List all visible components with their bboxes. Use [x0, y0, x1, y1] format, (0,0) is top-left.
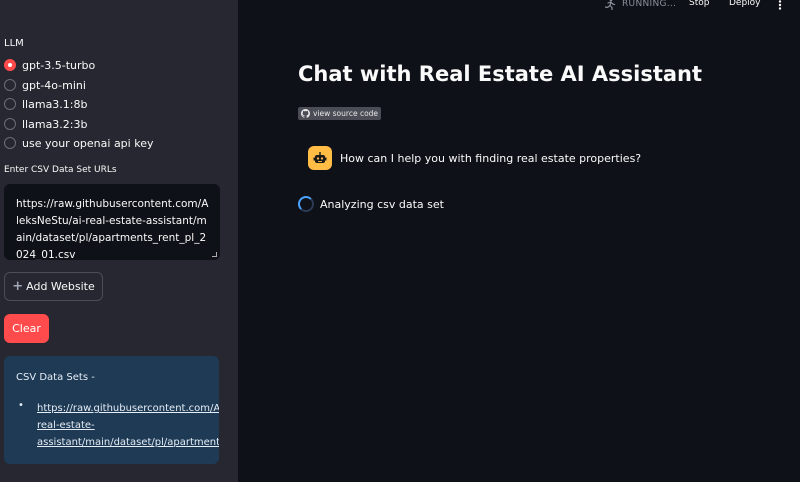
status-indicator: Analyzing csv data set	[298, 196, 444, 212]
radio-label: llama3.1:8b	[22, 97, 88, 111]
robot-icon	[313, 152, 327, 163]
radio-option-gpt-4o-mini[interactable]: gpt-4o-mini	[4, 77, 86, 93]
add-website-button[interactable]: + Add Website	[4, 272, 103, 301]
plus-icon: +	[12, 279, 24, 294]
status-text: Analyzing csv data set	[320, 197, 444, 211]
list-bullet: •	[18, 400, 24, 411]
radio-label: llama3.2:3b	[22, 117, 88, 131]
radio-unselected-icon	[4, 98, 16, 110]
page-title: Chat with Real Estate AI Assistant	[298, 62, 703, 86]
clear-button[interactable]: Clear	[4, 314, 49, 343]
llm-label: LLM	[4, 38, 24, 49]
stop-button[interactable]: Stop	[689, 0, 709, 8]
link-line: assistant/main/dataset/pl/apartments_r	[37, 437, 219, 448]
radio-unselected-icon	[4, 137, 16, 149]
radio-unselected-icon	[4, 79, 16, 91]
github-icon	[301, 109, 310, 118]
add-website-label: Add Website	[26, 280, 95, 293]
kebab-menu-icon[interactable]	[777, 0, 783, 10]
clear-label: Clear	[12, 322, 41, 335]
csv-urls-textarea[interactable]: https://raw.githubusercontent.com/AleksN…	[4, 184, 220, 260]
info-title: CSV Data Sets -	[16, 372, 95, 383]
csv-dataset-link[interactable]: https://raw.githubusercontent.com/Aleks …	[37, 400, 219, 451]
running-man-icon	[604, 0, 616, 10]
deploy-button[interactable]: Deploy	[729, 0, 761, 8]
csv-datasets-info-box: CSV Data Sets - • https://raw.githubuser…	[4, 356, 219, 464]
bot-avatar-icon	[308, 146, 332, 170]
resize-handle-icon[interactable]	[212, 252, 217, 257]
radio-unselected-icon	[4, 118, 16, 130]
running-status: RUNNING...	[604, 0, 676, 10]
loading-spinner-icon	[298, 196, 314, 212]
assistant-chat-message: How can I help you with finding real est…	[298, 136, 770, 180]
radio-label: gpt-4o-mini	[22, 78, 86, 92]
assistant-message-text: How can I help you with finding real est…	[340, 151, 642, 165]
radio-label: use your openai api key	[22, 136, 154, 150]
view-source-label: view source code	[313, 109, 379, 118]
csv-urls-label: Enter CSV Data Set URLs	[4, 165, 117, 175]
radio-label: gpt-3.5-turbo	[22, 58, 96, 72]
link-line: https://raw.githubusercontent.com/Aleks	[37, 403, 219, 414]
view-source-badge[interactable]: view source code	[298, 107, 382, 120]
radio-option-gpt-3-5-turbo[interactable]: gpt-3.5-turbo	[4, 57, 95, 73]
sidebar: LLM gpt-3.5-turbo gpt-4o-mini llama3.1:8…	[0, 0, 238, 482]
radio-option-llama3-1-8b[interactable]: llama3.1:8b	[4, 96, 88, 112]
radio-selected-icon	[4, 59, 16, 71]
csv-urls-value: https://raw.githubusercontent.com/AleksN…	[16, 198, 209, 260]
link-line: real-estate-	[37, 420, 95, 431]
running-label: RUNNING...	[622, 0, 677, 9]
radio-option-openai-api-key[interactable]: use your openai api key	[4, 135, 153, 151]
radio-option-llama3-2-3b[interactable]: llama3.2:3b	[4, 116, 88, 132]
